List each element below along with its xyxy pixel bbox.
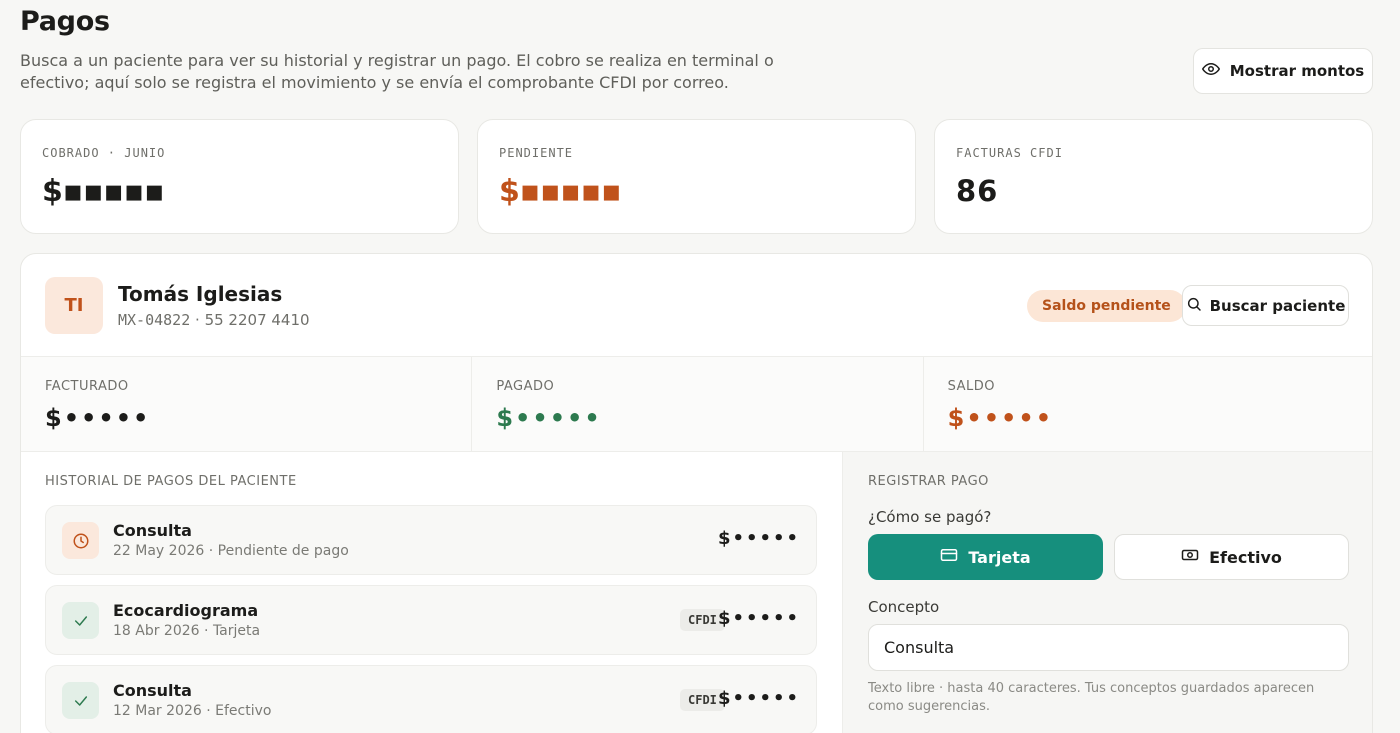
concept-help: Texto libre · hasta 40 caracteres. Tus c…: [868, 681, 1315, 714]
check-icon: [62, 682, 99, 719]
row-amount: $•••••: [717, 608, 800, 629]
row-separator: ·: [204, 623, 213, 639]
stat-label: PENDIENTE: [499, 146, 574, 160]
check-icon: [62, 602, 99, 639]
patient-phone: 55 2207 4410: [204, 311, 310, 329]
register-payment-panel: REGISTRAR PAGO ¿Cómo se pagó? Tarjeta Ef…: [842, 452, 1372, 733]
row-separator: ·: [206, 703, 216, 719]
page-description: Busca a un paciente para ver su historia…: [20, 51, 774, 92]
patient-name: Tomás Iglesias: [118, 282, 283, 306]
row-subtitle: 12 Mar 2026 · Efectivo: [113, 703, 271, 719]
row-separator: ·: [208, 543, 218, 559]
stat-value: $▪▪▪▪▪: [42, 174, 165, 209]
stat-label: FACTURAS CFDI: [956, 146, 1063, 160]
stat-card-collected: COBRADO · JUNIO $▪▪▪▪▪: [20, 119, 459, 234]
summary-balance: SALDO $•••••: [924, 357, 1372, 451]
register-heading: REGISTRAR PAGO: [868, 474, 989, 489]
method-card-label: Tarjeta: [968, 547, 1031, 567]
method-cash-button[interactable]: Efectivo: [1114, 534, 1349, 580]
row-amount: $•••••: [717, 528, 800, 549]
clock-icon: [62, 522, 99, 559]
search-patient-label: Buscar paciente: [1209, 296, 1346, 315]
row-title: Ecocardiograma: [113, 601, 259, 620]
row-title: Consulta: [113, 681, 192, 700]
show-amounts-button[interactable]: Mostrar montos: [1193, 48, 1373, 94]
method-card-button[interactable]: Tarjeta: [868, 534, 1103, 580]
show-amounts-label: Mostrar montos: [1229, 62, 1365, 80]
patient-panel: TI Tomás Iglesias MX-04822 · 55 2207 441…: [20, 253, 1373, 733]
concept-input[interactable]: [868, 624, 1349, 671]
stat-card-invoices: FACTURAS CFDI 86: [934, 119, 1373, 234]
stat-value: 86: [956, 174, 999, 208]
row-title: Consulta: [113, 521, 192, 540]
credit-card-icon: [940, 546, 958, 568]
status-badge: Saldo pendiente: [1027, 290, 1186, 322]
summary-value: $•••••: [45, 404, 151, 432]
patient-meta: MX-04822 · 55 2207 4410: [118, 311, 310, 329]
stat-value: $▪▪▪▪▪: [499, 174, 622, 209]
concept-label: Concepto: [868, 598, 940, 616]
summary-label: PAGADO: [496, 379, 555, 394]
payment-history: HISTORIAL DE PAGOS DEL PACIENTE Consulta…: [21, 452, 842, 733]
summary-billed: FACTURADO $•••••: [21, 357, 473, 451]
cash-icon: [1181, 546, 1199, 568]
history-heading: HISTORIAL DE PAGOS DEL PACIENTE: [45, 474, 297, 489]
payment-row[interactable]: Consulta 12 Mar 2026 · Efectivo CFDI $••…: [45, 665, 817, 733]
stat-card-pending: PENDIENTE $▪▪▪▪▪: [477, 119, 916, 234]
search-icon: [1186, 296, 1202, 316]
row-date: 22 May 2026: [113, 543, 205, 559]
summary-label: SALDO: [947, 379, 996, 394]
row-status: Pendiente de pago: [217, 543, 349, 559]
eye-icon: [1201, 60, 1220, 82]
payment-method-question: ¿Cómo se pagó?: [868, 508, 992, 526]
method-cash-label: Efectivo: [1209, 547, 1282, 567]
payment-row[interactable]: Ecocardiograma 18 Abr 2026 · Tarjeta CFD…: [45, 585, 817, 655]
patient-id: MX-04822: [118, 311, 191, 329]
summary-value: $•••••: [947, 404, 1054, 432]
avatar: TI: [45, 277, 103, 334]
page-title: Pagos: [20, 6, 110, 37]
row-subtitle: 22 May 2026 · Pendiente de pago: [113, 543, 349, 559]
balance-summary: FACTURADO $••••• PAGADO $••••• SALDO $••…: [21, 356, 1372, 452]
row-date: 12 Mar 2026: [113, 703, 202, 719]
row-amount: $•••••: [717, 688, 800, 709]
stat-label: COBRADO · JUNIO: [42, 146, 166, 160]
summary-label: FACTURADO: [45, 379, 129, 394]
search-patient-button[interactable]: Buscar paciente: [1182, 285, 1349, 326]
row-subtitle: 18 Abr 2026 · Tarjeta: [113, 623, 260, 639]
payment-row[interactable]: Consulta 22 May 2026 · Pendiente de pago…: [45, 505, 817, 575]
summary-value: $•••••: [496, 404, 602, 432]
row-status: Efectivo: [215, 703, 272, 719]
summary-paid: PAGADO $•••••: [472, 357, 924, 451]
row-date: 18 Abr 2026: [113, 623, 200, 639]
meta-separator: ·: [195, 311, 205, 329]
row-status: Tarjeta: [212, 623, 261, 639]
